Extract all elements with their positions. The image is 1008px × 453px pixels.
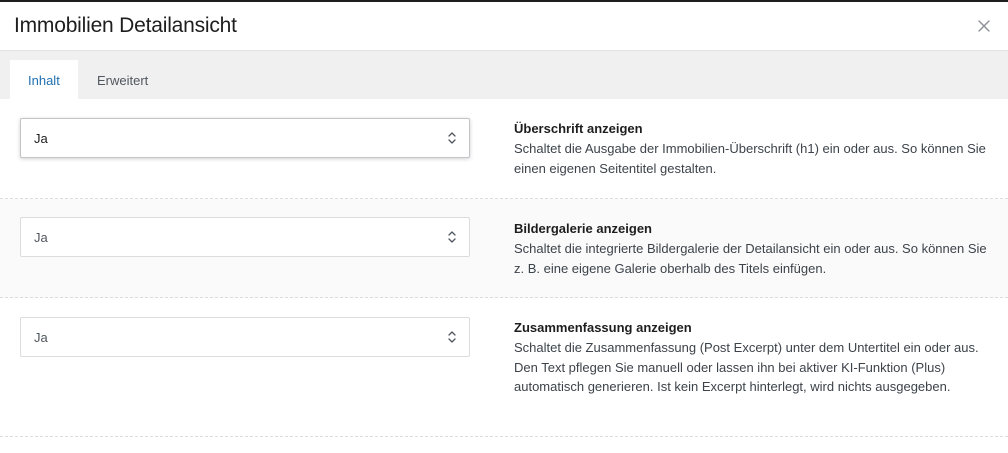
setting-title: Zusammenfassung anzeigen (514, 320, 692, 335)
setting-row-gallery: Ja Bildergalerie anzeigen Schaltet die i… (0, 199, 1008, 298)
tab-inhalt[interactable]: Inhalt (10, 60, 78, 99)
select-value: Ja (34, 131, 48, 146)
setting-row-headline: Ja Überschrift anzeigen Schaltet die Aus… (0, 99, 1008, 199)
setting-help-text: Schaltet die integrierte Bildergalerie d… (514, 241, 987, 276)
close-icon (978, 20, 990, 32)
excerpt-select[interactable]: Ja (20, 317, 470, 357)
setting-help-text: Schaltet die Ausgabe der Immobilien-Über… (514, 141, 986, 176)
setting-row-excerpt: Ja Zusammenfassung anzeigen Schaltet die… (0, 298, 1008, 437)
headline-select[interactable]: Ja (20, 118, 470, 158)
select-value: Ja (34, 330, 48, 345)
tab-bar: Inhalt Erweitert (0, 51, 1008, 99)
modal-header: Immobilien Detailansicht (0, 2, 1008, 51)
close-button[interactable] (974, 16, 994, 36)
setting-description: Zusammenfassung anzeigen Schaltet die Zu… (514, 319, 994, 397)
chevron-up-down-icon (448, 331, 456, 343)
setting-description: Bildergalerie anzeigen Schaltet die inte… (514, 220, 994, 278)
setting-description: Überschrift anzeigen Schaltet die Ausgab… (514, 120, 994, 178)
tab-erweitert[interactable]: Erweitert (79, 60, 166, 99)
setting-title: Bildergalerie anzeigen (514, 221, 652, 236)
chevron-up-down-icon (448, 132, 456, 144)
setting-title: Überschrift anzeigen (514, 121, 643, 136)
chevron-up-down-icon (448, 231, 456, 243)
gallery-select[interactable]: Ja (20, 217, 470, 257)
select-value: Ja (34, 230, 48, 245)
setting-help-text: Schaltet die Zusammenfassung (Post Excer… (514, 340, 979, 394)
modal-title: Immobilien Detailansicht (14, 14, 237, 37)
